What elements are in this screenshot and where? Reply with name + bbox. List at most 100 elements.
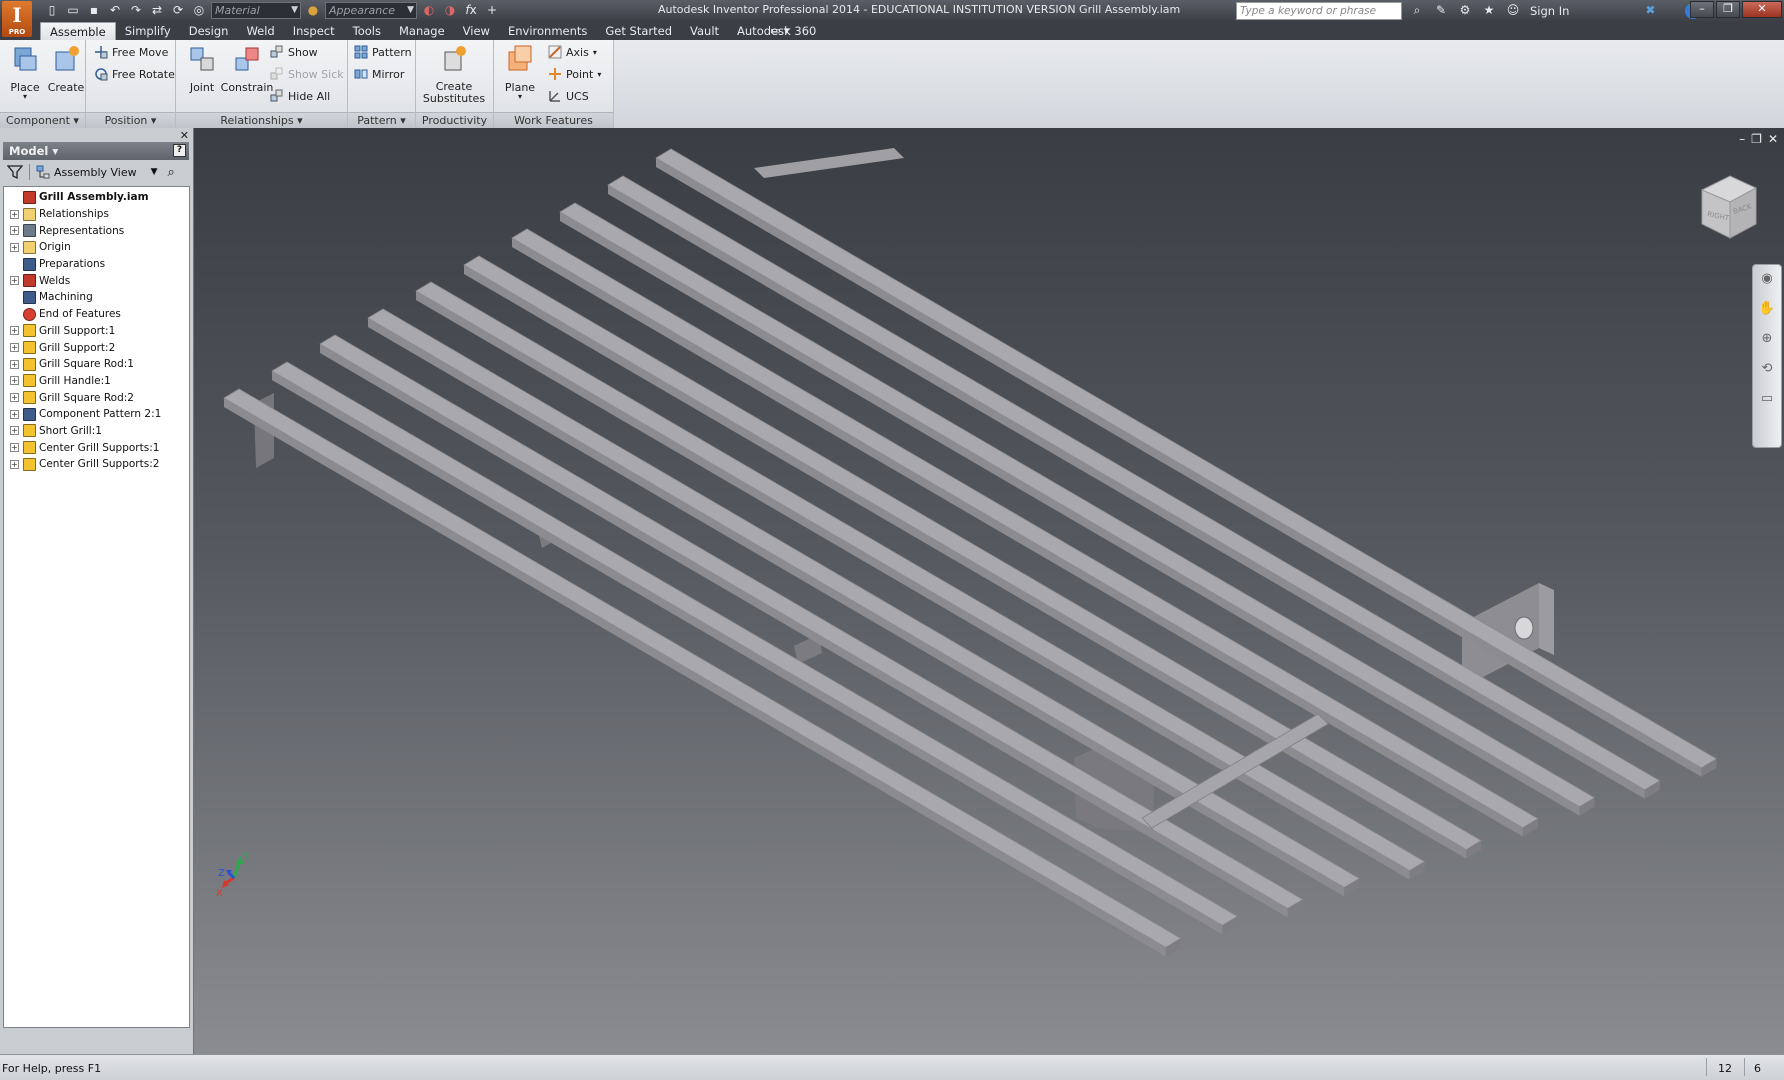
help-search-input[interactable]: Type a keyword or phrase bbox=[1236, 2, 1402, 20]
open-file-icon[interactable]: ▭ bbox=[64, 2, 82, 19]
zoom-icon[interactable]: ⊕ bbox=[1756, 331, 1778, 353]
tree-node[interactable]: + Center Grill Supports:2 bbox=[4, 456, 189, 473]
tree-node[interactable]: Machining bbox=[4, 289, 189, 306]
tree-node[interactable]: End of Features bbox=[4, 306, 189, 323]
tab-simplify[interactable]: Simplify bbox=[116, 22, 180, 40]
parameters-fx-icon[interactable]: fx bbox=[462, 2, 480, 19]
tab-get-started[interactable]: Get Started bbox=[596, 22, 681, 40]
expand-icon[interactable]: + bbox=[10, 242, 19, 252]
find-binoculars-icon[interactable]: ⌕ bbox=[168, 165, 175, 180]
tab-assemble[interactable]: Assemble bbox=[40, 22, 116, 40]
redo-icon[interactable]: ↷ bbox=[127, 2, 145, 19]
material-select[interactable]: Material ▼ bbox=[211, 2, 301, 19]
adjust-icon[interactable]: ◑ bbox=[441, 2, 459, 19]
tree-node[interactable]: + Grill Support:1 bbox=[4, 323, 189, 340]
favorites-star-icon[interactable]: ★ bbox=[1480, 2, 1498, 19]
viewcube[interactable]: RIGHT BACK bbox=[1694, 168, 1764, 244]
tree-node[interactable]: + Welds bbox=[4, 272, 189, 289]
pan-hand-icon[interactable]: ✋ bbox=[1756, 301, 1778, 323]
ucs-button[interactable]: UCS bbox=[548, 86, 589, 106]
create-button[interactable]: Create bbox=[44, 44, 88, 94]
tree-node[interactable]: + Grill Support:2 bbox=[4, 339, 189, 356]
tab-design[interactable]: Design bbox=[180, 22, 238, 40]
plane-button[interactable]: Plane ▾ bbox=[498, 44, 542, 101]
tab-view[interactable]: View bbox=[454, 22, 499, 40]
filter-icon[interactable] bbox=[7, 164, 23, 180]
expand-icon[interactable]: + bbox=[10, 393, 19, 403]
close-button[interactable]: ✕ bbox=[1742, 1, 1782, 18]
expand-icon[interactable]: + bbox=[10, 459, 19, 469]
minimize-button[interactable]: – bbox=[1690, 1, 1714, 18]
show-button[interactable]: Show bbox=[270, 42, 318, 62]
appearance-select[interactable]: Appearance ▼ bbox=[325, 2, 417, 19]
expand-icon[interactable]: + bbox=[10, 226, 19, 236]
create-substitutes-button[interactable]: Create Substitutes bbox=[420, 44, 488, 105]
tree-node[interactable]: + Grill Handle:1 bbox=[4, 373, 189, 390]
hide-all-button[interactable]: Hide All bbox=[270, 86, 330, 106]
expand-icon[interactable]: + bbox=[10, 376, 19, 386]
panel-title-pattern[interactable]: Pattern ▾ bbox=[348, 112, 415, 128]
free-rotate-button[interactable]: Free Rotate bbox=[94, 64, 175, 84]
ribbon-toggle-icon[interactable]: ▭ ▾ bbox=[770, 24, 789, 37]
select-icon[interactable]: ◎ bbox=[190, 2, 208, 19]
close-browser-icon[interactable]: ✕ bbox=[180, 129, 189, 142]
tab-manage[interactable]: Manage bbox=[390, 22, 454, 40]
measure-icon[interactable]: + bbox=[483, 2, 501, 19]
expand-icon[interactable]: + bbox=[10, 359, 19, 369]
expand-icon[interactable]: + bbox=[10, 409, 19, 419]
tree-node[interactable]: + Grill Square Rod:2 bbox=[4, 389, 189, 406]
place-button[interactable]: Place ▾ bbox=[3, 44, 47, 101]
tree-node[interactable]: + Grill Square Rod:1 bbox=[4, 356, 189, 373]
orbit-icon[interactable]: ⟲ bbox=[1756, 361, 1778, 383]
save-icon[interactable]: ▪ bbox=[85, 2, 103, 19]
axis-button[interactable]: Axis ▾ bbox=[548, 42, 597, 62]
browser-help-icon[interactable]: ? bbox=[173, 144, 186, 157]
tree-node[interactable]: + Short Grill:1 bbox=[4, 423, 189, 440]
tree-node[interactable]: Grill Assembly.iam bbox=[4, 189, 189, 206]
joint-button[interactable]: Joint bbox=[180, 44, 224, 94]
expand-icon[interactable]: + bbox=[10, 326, 19, 336]
tab-inspect[interactable]: Inspect bbox=[284, 22, 344, 40]
tools-icon[interactable]: ✎ bbox=[1432, 2, 1450, 19]
expand-icon[interactable]: + bbox=[10, 426, 19, 436]
show-sick-button[interactable]: Show Sick bbox=[270, 64, 344, 84]
clear-appearance-icon[interactable]: ◐ bbox=[420, 2, 438, 19]
free-move-button[interactable]: Free Move bbox=[94, 42, 168, 62]
look-at-icon[interactable]: ▭ bbox=[1756, 391, 1778, 413]
return-icon[interactable]: ⇄ bbox=[148, 2, 166, 19]
pattern-button[interactable]: Pattern bbox=[354, 42, 412, 62]
tree-node[interactable]: + Component Pattern 2:1 bbox=[4, 406, 189, 423]
grill-assembly-model[interactable] bbox=[194, 128, 1784, 1054]
point-button[interactable]: Point ▾ bbox=[548, 64, 601, 84]
tab-tools[interactable]: Tools bbox=[344, 22, 390, 40]
new-file-icon[interactable]: ▯ bbox=[43, 2, 61, 19]
user-icon[interactable]: ☺ bbox=[1504, 2, 1522, 19]
mirror-button[interactable]: Mirror bbox=[354, 64, 404, 84]
constrain-button[interactable]: Constrain bbox=[220, 44, 274, 94]
undo-icon[interactable]: ↶ bbox=[106, 2, 124, 19]
subscription-icon[interactable]: ⚙ bbox=[1456, 2, 1474, 19]
tree-node[interactable]: + Representations bbox=[4, 222, 189, 239]
expand-icon[interactable]: + bbox=[10, 209, 19, 219]
tree-node[interactable]: Preparations bbox=[4, 256, 189, 273]
tree-node[interactable]: + Center Grill Supports:1 bbox=[4, 439, 189, 456]
panel-title-component[interactable]: Component ▾ bbox=[0, 112, 85, 128]
browser-header[interactable]: Model ▾ ? bbox=[3, 142, 189, 160]
tree-node[interactable]: + Relationships bbox=[4, 206, 189, 223]
update-icon[interactable]: ⟳ bbox=[169, 2, 187, 19]
graphics-viewport[interactable]: – ❐ ✕ RIGHT BACK ◉ ✋ ⊕ ⟲ ▭ Z X Y bbox=[194, 128, 1784, 1054]
panel-title-relationships[interactable]: Relationships ▾ bbox=[176, 112, 347, 128]
app-logo[interactable]: I PRO bbox=[2, 1, 32, 37]
exchange-apps-icon[interactable]: ✖ bbox=[1641, 2, 1659, 19]
tree-node[interactable]: + Origin bbox=[4, 239, 189, 256]
panel-title-position[interactable]: Position ▾ bbox=[86, 112, 175, 128]
tab-weld[interactable]: Weld bbox=[237, 22, 283, 40]
tab-environments[interactable]: Environments bbox=[499, 22, 596, 40]
sign-in-link[interactable]: Sign In bbox=[1530, 4, 1569, 18]
binoculars-icon[interactable]: ⌕ bbox=[1408, 2, 1426, 19]
steering-wheel-icon[interactable]: ◉ bbox=[1756, 271, 1778, 293]
expand-icon[interactable]: + bbox=[10, 276, 19, 286]
tab-vault[interactable]: Vault bbox=[681, 22, 728, 40]
browser-view-select[interactable]: Assembly View ▼ bbox=[36, 165, 158, 179]
expand-icon[interactable]: + bbox=[10, 443, 19, 453]
